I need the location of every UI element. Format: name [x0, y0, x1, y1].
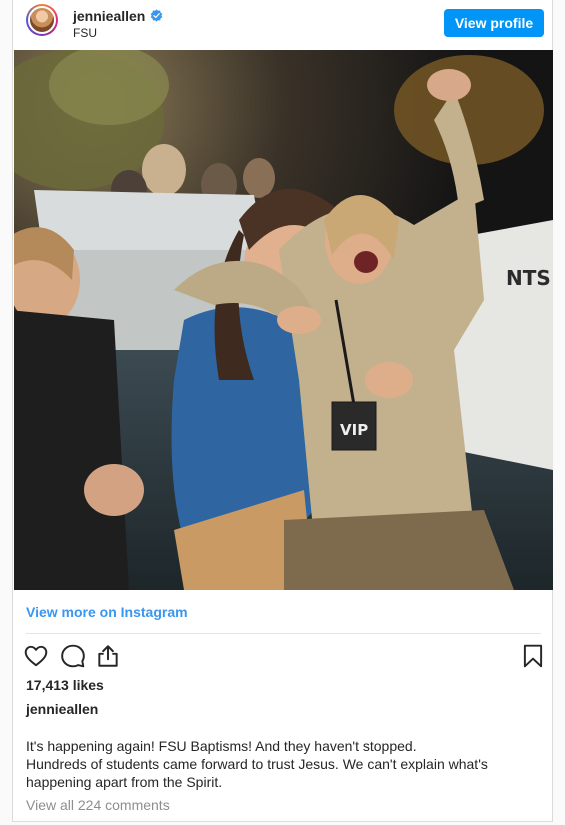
view-profile-button[interactable]: View profile — [444, 9, 544, 37]
caption-line: happening apart from the Spirit. — [26, 774, 223, 790]
avatar-image — [28, 6, 56, 34]
share-icon[interactable] — [95, 643, 121, 669]
post-photo[interactable]: NTS VIP — [14, 50, 553, 590]
location[interactable]: FSU — [73, 26, 97, 40]
action-bar — [23, 643, 544, 671]
caption-text: It's happening again! FSU Baptisms! And … — [26, 737, 541, 791]
likes-count[interactable]: 17,413 likes — [26, 677, 104, 693]
instagram-embed-card: jennieallen FSU View profile NTS VIP Vie… — [12, 0, 553, 822]
shirt-text: NTS — [506, 266, 551, 290]
heart-icon[interactable] — [23, 643, 49, 669]
verified-badge-icon — [150, 9, 163, 22]
caption-username[interactable]: jennieallen — [26, 701, 98, 717]
username[interactable]: jennieallen — [73, 8, 145, 24]
divider — [26, 633, 541, 634]
view-all-comments-link[interactable]: View all 224 comments — [26, 797, 170, 813]
caption-line: Hundreds of students came forward to tru… — [26, 756, 488, 772]
vip-badge-text: VIP — [340, 421, 368, 439]
avatar[interactable] — [26, 4, 58, 36]
bookmark-icon[interactable] — [520, 643, 546, 669]
view-more-on-instagram-link[interactable]: View more on Instagram — [26, 604, 188, 620]
comment-icon[interactable] — [60, 643, 86, 669]
post-header: jennieallen FSU View profile — [13, 0, 552, 50]
caption-line: It's happening again! FSU Baptisms! And … — [26, 738, 417, 754]
